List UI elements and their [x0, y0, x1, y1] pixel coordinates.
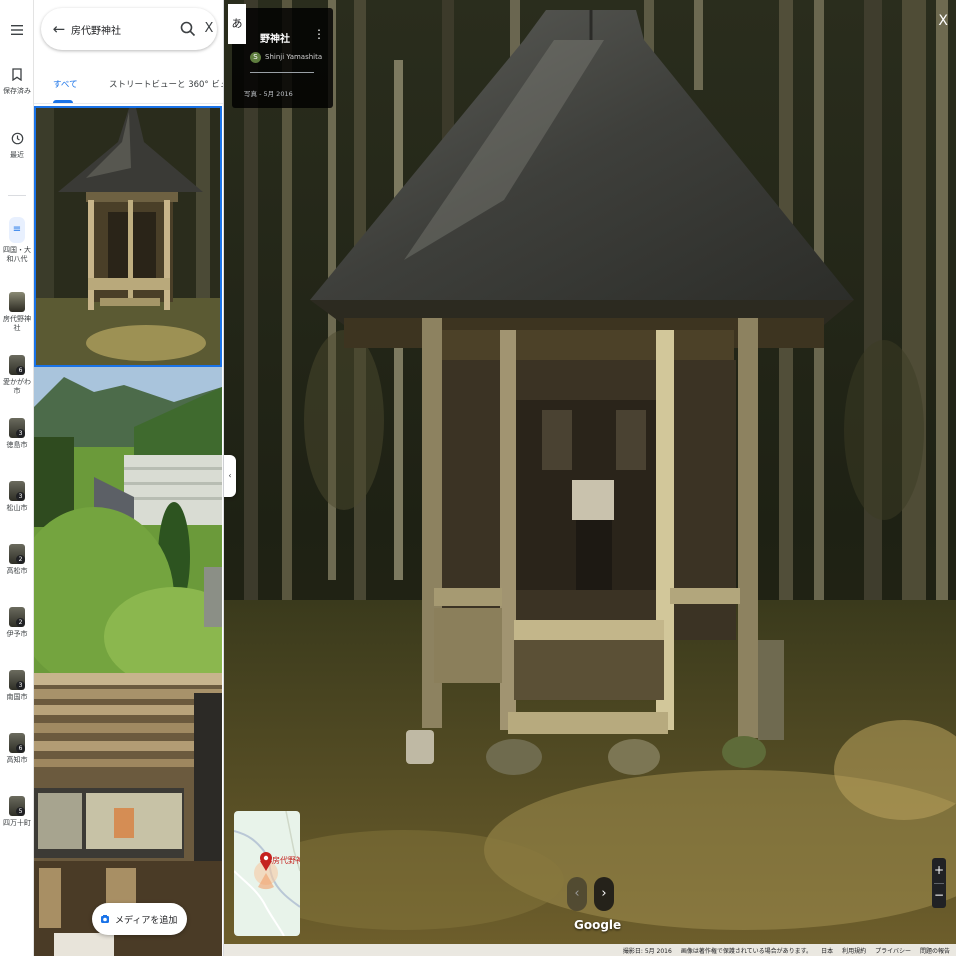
place-thumbnail: 2	[9, 607, 25, 627]
chevron-left-icon: ‹	[574, 886, 580, 901]
rail-place-5[interactable]: 2 高松市	[0, 544, 34, 576]
author-name[interactable]: Shinji Yamashita	[265, 53, 322, 61]
zoom-controls: + −	[932, 858, 946, 908]
count-badge: 2	[16, 555, 25, 564]
tab-street-view[interactable]: ストリートビューと 360° ビュー	[109, 78, 223, 90]
search-box: ← X	[41, 8, 217, 50]
hamburger-icon	[11, 25, 23, 35]
count-badge: 6	[16, 744, 25, 753]
place-thumbnail: 3	[9, 670, 25, 690]
count-badge: 3	[16, 429, 25, 438]
saved-label: 保存済み	[3, 87, 31, 95]
add-media-label: メディアを追加	[115, 915, 178, 926]
recent-label: 最近	[10, 151, 24, 159]
place-thumbnail: 6	[9, 733, 25, 753]
place-thumbnail: 6	[9, 355, 25, 375]
list-icon: ≡	[9, 217, 25, 243]
add-photo-icon	[101, 915, 109, 923]
saved-button[interactable]: 保存済み	[0, 66, 34, 96]
rail-place-4[interactable]: 3 松山市	[0, 481, 34, 513]
landscape-photo	[34, 367, 222, 673]
rail-place-label: 房代野神社	[3, 315, 31, 332]
recent-button[interactable]: 最近	[0, 130, 34, 160]
place-thumbnail: 2	[9, 544, 25, 564]
shrine-photo	[36, 108, 220, 365]
viewer-footer: 撮影日: 5月 2016 画像は著作権で保護されている場合があります。 日本 利…	[224, 944, 956, 956]
rail-place-7[interactable]: 3 南国市	[0, 670, 34, 702]
place-thumbnail	[9, 292, 25, 312]
count-badge: 3	[16, 492, 25, 501]
search-input[interactable]	[71, 20, 167, 38]
menu-button[interactable]	[0, 20, 34, 39]
tab-all[interactable]: すべて	[53, 78, 78, 90]
google-logo: Google	[574, 918, 622, 932]
privacy-link[interactable]: プライバシー	[875, 946, 911, 955]
street-view-photo	[224, 0, 956, 956]
count-badge: 6	[16, 366, 25, 375]
photo-thumbnail[interactable]	[34, 367, 222, 673]
copyright-notice: 画像は著作権で保護されている場合があります。	[680, 947, 813, 955]
divider	[250, 72, 314, 73]
photo-thumbnail[interactable]	[34, 106, 222, 367]
minimap-graphic	[234, 811, 300, 936]
street-view-viewer[interactable]: 野神社 ⋮ S Shinji Yamashita 写真 - 5月 2016 あ …	[224, 0, 956, 956]
next-photo-button[interactable]: ›	[594, 877, 614, 911]
photo-info-card: 野神社 ⋮ S Shinji Yamashita 写真 - 5月 2016	[232, 8, 333, 108]
terms-link[interactable]: 利用規約	[842, 946, 866, 955]
rail-place-9[interactable]: 5 四万十町	[0, 796, 34, 828]
back-arrow-icon[interactable]: ←	[49, 19, 69, 39]
count-badge: 2	[16, 618, 25, 627]
rail-place-6[interactable]: 2 伊予市	[0, 607, 34, 639]
capture-date: 撮影日: 5月 2016	[622, 947, 672, 955]
collapse-panel-button[interactable]: ‹	[224, 455, 236, 497]
rail-place-label: 高松市	[6, 567, 28, 575]
active-tab-indicator	[53, 100, 73, 103]
more-options-icon[interactable]: ⋮	[313, 28, 325, 40]
side-panel: ← X すべて ストリートビューと 360° ビュー	[34, 0, 224, 956]
rail-place-label: 松山市	[6, 504, 28, 512]
close-icon[interactable]: X	[199, 19, 219, 39]
input-language-button[interactable]: あ	[228, 4, 246, 44]
add-media-button[interactable]: メディアを追加	[92, 903, 188, 935]
history-icon	[11, 132, 23, 145]
zoom-divider	[934, 883, 944, 884]
place-title[interactable]: 野神社	[260, 30, 290, 45]
rail-place-8[interactable]: 6 高知市	[0, 733, 34, 765]
close-viewer-button[interactable]: X	[938, 13, 948, 29]
rail-place-label: 高知市	[6, 756, 28, 764]
maps-app: 保存済み 最近 ≡ 四国・大和八代 房代野神社 6 愛かがわ市 3 徳島市 3 …	[0, 0, 956, 956]
country-link[interactable]: 日本	[821, 946, 833, 955]
place-thumbnail: 5	[9, 796, 25, 816]
count-badge: 3	[16, 681, 25, 690]
rail-place-label: 愛かがわ市	[3, 378, 31, 395]
rail-place-1[interactable]: 房代野神社	[0, 292, 34, 333]
chevron-right-icon: ›	[601, 886, 607, 901]
rail-place-label: 四国・大和八代	[3, 246, 31, 263]
search-icon[interactable]	[178, 19, 198, 39]
rail-place-label: 徳島市	[6, 441, 28, 449]
photo-date: 写真 - 5月 2016	[244, 90, 293, 98]
count-badge: 5	[16, 807, 25, 816]
rail-place-0[interactable]: ≡ 四国・大和八代	[0, 217, 34, 264]
zoom-out-button[interactable]: −	[932, 883, 946, 908]
bookmark-icon	[12, 68, 22, 82]
place-thumbnail: 3	[9, 481, 25, 501]
chevron-left-icon: ‹	[228, 471, 232, 480]
minimap-place-label: 房代野神	[272, 856, 300, 865]
place-thumbnail: 3	[9, 418, 25, 438]
zoom-in-button[interactable]: +	[932, 858, 946, 883]
rail-place-label: 伊予市	[6, 630, 28, 638]
minimap[interactable]: 房代野神	[234, 811, 300, 936]
prev-photo-button[interactable]: ‹	[567, 877, 587, 911]
author-avatar[interactable]: S	[250, 52, 261, 63]
rail-place-label: 四万十町	[3, 819, 31, 827]
rail-place-label: 南国市	[6, 693, 28, 701]
rail-divider	[8, 195, 26, 196]
media-tabs: すべて ストリートビューと 360° ビュー	[34, 68, 223, 104]
left-rail: 保存済み 最近 ≡ 四国・大和八代 房代野神社 6 愛かがわ市 3 徳島市 3 …	[0, 0, 34, 956]
report-link[interactable]: 問題の報告	[920, 946, 950, 955]
rail-place-3[interactable]: 3 徳島市	[0, 418, 34, 450]
rail-place-2[interactable]: 6 愛かがわ市	[0, 355, 34, 396]
